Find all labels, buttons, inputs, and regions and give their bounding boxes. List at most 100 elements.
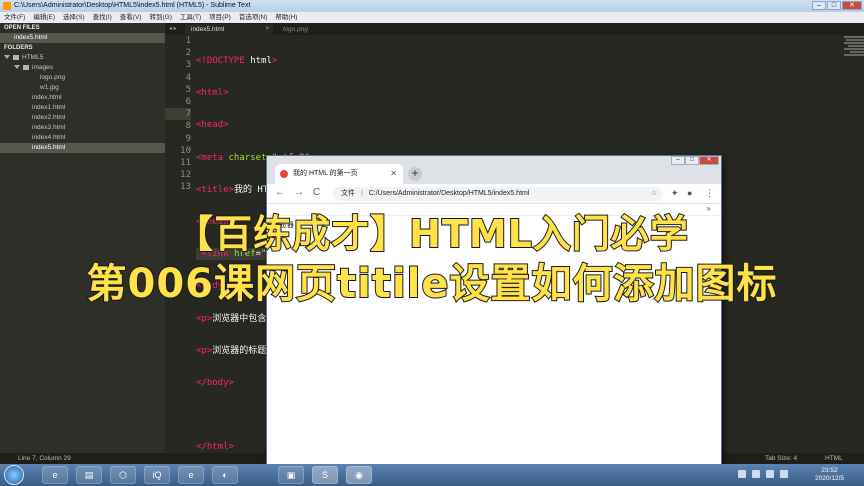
line-number-gutter: 1 2 3 4 5 6 7 8 9 10 11 12 13 [165,35,191,193]
file-item[interactable]: index.html [0,93,165,103]
tab-size-selector[interactable]: Tab Size: 4 [765,453,797,464]
folder-label: images [32,64,53,71]
favicon-icon [280,170,288,178]
volume-tray-icon[interactable] [780,470,788,478]
code-line: <html> [196,88,229,99]
profile-icon[interactable]: ● [687,188,692,198]
app-taskbar-icon[interactable]: ⬡ [110,466,136,484]
cursor-position: Line 7, Column 29 [18,455,71,462]
file-item[interactable]: logo.png [0,73,165,83]
ie-taskbar-icon[interactable]: e [42,466,68,484]
expand-arrow-icon [4,55,10,59]
system-clock[interactable]: 23:52 2020/12/5 [815,467,844,483]
line-number: 6 [185,96,191,107]
tab-close-icon[interactable]: × [265,24,269,35]
browser-toolbar: ← → C 文件 | C:/Users/Administrator/Deskto… [267,184,721,204]
overlay-caption-line2: 第006课网页titile设置如何添加图标 [86,260,778,308]
browser-taskbar-icon[interactable]: e [178,466,204,484]
overlay-caption-line1: 【百练成才】HTML入门必学 [174,211,689,257]
reload-button[interactable]: C [313,187,320,198]
recorder-taskbar-icon[interactable]: ▣ [278,466,304,484]
code-line: <!DOCTYPE html> [196,56,278,66]
browser-close-button[interactable]: ✕ [699,156,719,165]
line-number: 5 [185,84,191,95]
minimize-button[interactable]: – [812,1,826,10]
file-item[interactable]: index3.html [0,123,165,133]
new-tab-button[interactable]: + [408,167,422,181]
bookmark-star-icon[interactable]: ☆ [651,187,657,201]
file-item[interactable]: w1.jpg [0,83,165,93]
tab-nav-arrows[interactable]: ◂ ▸ [169,25,177,32]
line-number: 11 [180,157,191,168]
menu-selection[interactable]: 选择(S) [63,12,85,23]
close-button[interactable]: ✕ [842,1,862,10]
explorer-taskbar-icon[interactable]: ▤ [76,466,102,484]
menu-find[interactable]: 查找(I) [93,12,112,23]
browser-tab-title: 我的 HTML 的第一页 [293,170,358,177]
tab-index5[interactable]: index5.html × [185,24,273,35]
folder-icon [23,64,29,70]
tray-icon[interactable] [752,470,760,478]
window-title: C:\Users\Administrator\Desktop\HTML5\ind… [14,2,251,9]
clock-time: 23:52 [821,467,838,474]
forward-button[interactable]: → [294,187,304,198]
maximize-button[interactable]: □ [827,1,841,10]
line-number: 10 [180,145,191,156]
open-files-header: OPEN FILES [4,25,40,31]
file-item[interactable]: index2.html [0,113,165,123]
browser-tab-strip: – □ ✕ 我的 HTML 的第一页 ✕ + [267,156,721,184]
browser-tab[interactable]: 我的 HTML 的第一页 ✕ [275,164,403,184]
code-line: <head> [196,120,229,131]
tab-close-icon[interactable]: ✕ [390,164,397,184]
tab-label: logo.png [283,26,308,33]
line-number: 2 [185,48,191,59]
file-item-selected[interactable]: index5.html [0,143,165,153]
line-number: 4 [185,72,191,83]
line-number: 7 [165,108,191,121]
sublime-taskbar-icon[interactable]: S [312,466,338,484]
browser-maximize-button[interactable]: □ [685,156,699,165]
screen: C:\Users\Administrator\Desktop\HTML5\ind… [0,0,864,486]
iqiyi-taskbar-icon[interactable]: iQ [144,466,170,484]
menu-kebab-icon[interactable]: ⋮ [705,188,714,199]
menu-edit[interactable]: 编辑(E) [33,12,55,23]
syntax-selector[interactable]: HTML [825,453,843,464]
file-scheme-label: 文件 [341,190,355,197]
network-tray-icon[interactable] [766,470,774,478]
minimap[interactable] [804,35,864,65]
menu-file[interactable]: 文件(F) [4,12,25,23]
address-bar[interactable]: 文件 | C:/Users/Administrator/Desktop/HTML… [333,187,663,201]
file-item[interactable]: index4.html [0,133,165,143]
browser-window: – □ ✕ 我的 HTML 的第一页 ✕ + ← → C 文件 | C:/Use… [266,155,722,465]
line-number: 13 [180,182,191,193]
menu-goto[interactable]: 转到(G) [149,12,171,23]
menu-view[interactable]: 查看(V) [120,12,142,23]
menu-help[interactable]: 帮助(H) [275,12,297,23]
menu-preferences[interactable]: 首选项(N) [239,12,268,23]
expand-arrow-icon [14,65,20,69]
extensions-icon[interactable]: ✦ [671,188,679,199]
open-file-item[interactable]: index5.html [0,33,165,43]
file-item[interactable]: index1.html [0,103,165,113]
tab-logo[interactable]: logo.png [277,24,365,35]
address-text: C:/Users/Administrator/Desktop/HTML5/ind… [368,190,530,197]
line-number: 12 [180,170,191,181]
folder-icon [13,54,19,60]
line-number: 3 [185,60,191,71]
folder-html5[interactable]: HTML5 [0,53,165,63]
clock-date: 2020/12/5 [815,475,844,482]
folders-header: FOLDERS [4,45,33,51]
chrome-taskbar-icon[interactable]: ◉ [346,466,372,484]
menu-project[interactable]: 项目(P) [209,12,231,23]
media-taskbar-icon[interactable]: ◐ [212,466,238,484]
line-number: 8 [185,121,191,132]
folder-images[interactable]: images [0,63,165,73]
taskbar: e ▤ ⬡ iQ e ◐ ▣ S ◉ 23:52 2020/12/5 [0,464,864,486]
back-button[interactable]: ← [275,187,285,198]
tray-icon[interactable] [738,470,746,478]
folder-label: HTML5 [22,54,44,61]
menu-tools[interactable]: 工具(T) [180,12,201,23]
editor-tab-bar: ◂ ▸ index5.html × logo.png [165,23,864,35]
start-button[interactable] [4,465,24,485]
browser-minimize-button[interactable]: – [671,156,685,165]
